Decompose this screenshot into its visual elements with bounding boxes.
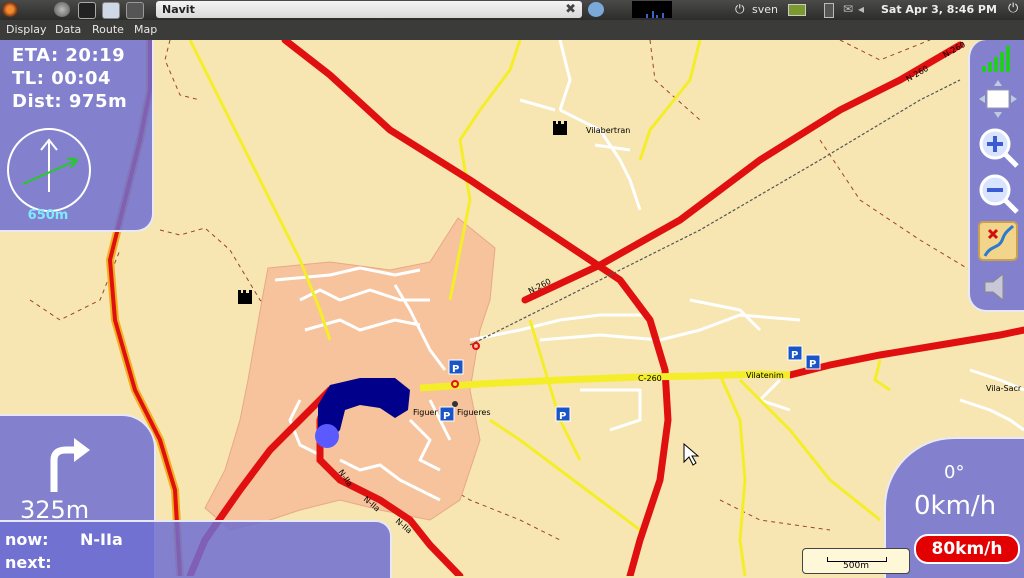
battery-status-icon[interactable] (824, 3, 834, 18)
parking-icon: P (787, 345, 803, 361)
parking-icon: P (439, 406, 455, 422)
menu-bar: Display Data Route Map (0, 20, 1024, 40)
castle-icon (238, 290, 252, 304)
next-label: next: (5, 553, 52, 572)
pan-map-icon[interactable] (977, 78, 1019, 120)
place-label-vila-sacra: Vila-Sacr (986, 384, 1022, 393)
top-panel: Navit ✖ ⏻ sven ✉ ◂ Sat Apr 3, 8:46 PM ⏻ (0, 0, 1024, 20)
current-position-marker (315, 424, 339, 448)
compass (7, 128, 91, 212)
current-street: N-IIa (80, 530, 123, 549)
eta-text: ETA: 20:19 (12, 45, 126, 66)
menu-display[interactable]: Display (6, 23, 47, 36)
menu-data[interactable]: Data (55, 23, 81, 36)
parking-label: P (809, 359, 816, 370)
eta-panel[interactable]: ETA: 20:19 TL: 00:04 Dist: 975m 650m (0, 40, 154, 232)
street-panel: now: N-IIa next: (0, 520, 392, 578)
parking-icon: P (555, 406, 571, 422)
parking-icon: P (805, 354, 821, 370)
place-label-figueres: Figueres (457, 408, 491, 417)
power-icon[interactable]: ⏻ (735, 2, 745, 17)
road-label-c260: C-260 (638, 374, 662, 383)
parking-label: P (452, 364, 459, 375)
menu-map[interactable]: Map (134, 23, 157, 36)
map-toolbar (968, 40, 1024, 312)
heading-text: 0° (944, 462, 965, 483)
chat-icon[interactable] (588, 2, 604, 17)
taskbar-item-navit[interactable]: Navit ✖ (156, 1, 582, 18)
gear-icon[interactable]: ⏻ (1008, 1, 1018, 16)
distance-text: Dist: 975m (12, 91, 128, 112)
battery-icon[interactable] (788, 4, 806, 16)
user-name[interactable]: sven (752, 3, 778, 16)
turn-right-icon (50, 438, 90, 492)
parking-icon: P (448, 359, 464, 375)
scale-bar: 500m (802, 548, 910, 574)
map-icon[interactable] (977, 220, 1019, 262)
scale-label: 500m (843, 561, 869, 571)
speaker-icon[interactable] (977, 266, 1019, 308)
globe-icon[interactable] (54, 2, 70, 17)
volume-icon[interactable]: ◂ (858, 2, 864, 16)
clock[interactable]: Sat Apr 3, 8:46 PM (881, 3, 997, 16)
zoom-out-icon[interactable] (977, 172, 1019, 214)
place-label-vilabertran: Vilabertran (586, 126, 630, 135)
terminal-icon[interactable] (78, 2, 96, 19)
place-label-vilatenim: Vilatenim (746, 371, 784, 380)
network-monitor (632, 1, 672, 18)
now-label: now: (5, 530, 49, 549)
parking-label: P (443, 411, 450, 422)
window-icon[interactable] (126, 2, 144, 19)
taskbar-item-label: Navit (162, 3, 195, 16)
app-icon[interactable] (2, 2, 18, 17)
compass-distance: 650m (27, 208, 69, 223)
close-icon[interactable]: ✖ (565, 2, 576, 17)
files-icon[interactable] (102, 2, 120, 19)
parking-label: P (559, 411, 566, 422)
poi-marker (452, 401, 458, 407)
parking-label: P (791, 350, 798, 361)
current-speed: 0km/h (914, 491, 997, 521)
zoom-in-icon[interactable] (977, 126, 1019, 168)
mail-icon[interactable]: ✉ (843, 2, 853, 16)
menu-route[interactable]: Route (92, 23, 124, 36)
time-left-text: TL: 00:04 (12, 68, 112, 89)
place-label-figueres-left: Figuer (413, 408, 438, 417)
gps-signal-icon (982, 46, 1010, 72)
speed-limit-badge: 80km/h (914, 534, 1020, 564)
castle-icon (553, 121, 567, 135)
